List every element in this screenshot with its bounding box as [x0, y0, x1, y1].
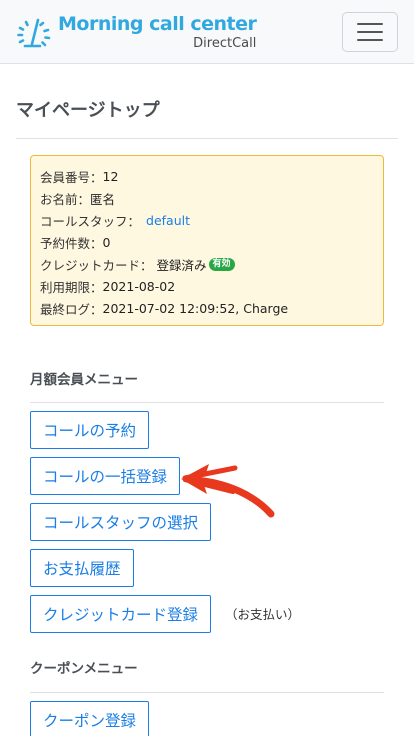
last-login-value: 2021-07-02 12:09:52, Charge [102, 300, 289, 316]
expiry-row: 利用期限： 2021-08-02 [40, 275, 383, 297]
member-name-label: お名前： [40, 191, 91, 207]
reservations-label: 予約件数： [40, 235, 103, 251]
sunrise-logo-icon [17, 18, 51, 48]
reservations-value: 0 [102, 234, 111, 250]
member-info-box: 会員番号： 12 お名前： 匿名 コールスタッフ： default 予約件数： … [30, 155, 384, 326]
bulk-register-button[interactable]: コールの一括登録 [30, 457, 181, 495]
last-login-row: 最終ログ： 2021-07-02 12:09:52, Charge [40, 297, 383, 319]
call-staff-label: コールスタッフ： [40, 213, 141, 229]
coupon-register-button[interactable]: クーポン登録 [30, 701, 150, 736]
page-title: マイページトップ [16, 100, 160, 121]
payment-history-button[interactable]: お支払履歴 [30, 549, 134, 587]
member-name-row: お名前： 匿名 [40, 187, 383, 209]
credit-card-row: クレジットカード： 登録済み 有効 [40, 253, 383, 275]
divider [16, 138, 398, 139]
divider [30, 402, 384, 403]
hamburger-menu-icon [357, 23, 383, 41]
reserve-call-button[interactable]: コールの予約 [30, 411, 150, 449]
status-badge: 有効 [208, 257, 235, 271]
member-number-value: 12 [102, 168, 119, 184]
member-number-label: 会員番号： [40, 169, 103, 185]
call-staff-link[interactable]: default [146, 213, 190, 228]
last-login-label: 最終ログ： [40, 301, 103, 317]
navbar-toggle-button[interactable] [342, 12, 398, 52]
member-number-row: 会員番号： 12 [40, 165, 383, 187]
annotation-arrow-icon [181, 464, 275, 518]
credit-card-value: 登録済み [156, 257, 207, 273]
monthly-menu-title: 月額会員メニュー [30, 372, 138, 388]
reservations-row: 予約件数： 0 [40, 231, 383, 253]
credit-card-label: クレジットカード： [40, 257, 153, 273]
brand-title: Morning call center [58, 12, 257, 35]
payment-note: （お支払い） [225, 607, 301, 622]
brand-link[interactable]: Morning call center DirectCall [16, 12, 257, 52]
call-staff-row: コールスタッフ： default [40, 209, 383, 231]
top-navbar: Morning call center DirectCall [0, 0, 414, 64]
brand-subtitle: DirectCall [193, 35, 257, 51]
expiry-value: 2021-08-02 [102, 278, 176, 294]
credit-card-register-button[interactable]: クレジットカード登録 [30, 595, 212, 633]
divider [30, 692, 384, 693]
coupon-menu-title: クーポンメニュー [30, 661, 138, 677]
member-name-value: 匿名 [90, 191, 116, 207]
expiry-label: 利用期限： [40, 279, 103, 295]
